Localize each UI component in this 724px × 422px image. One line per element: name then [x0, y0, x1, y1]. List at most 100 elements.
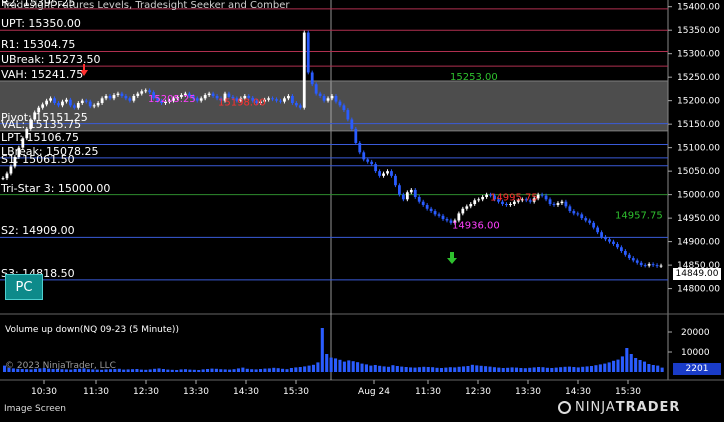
- price-candle: [80, 100, 84, 104]
- volume-bar: [267, 368, 271, 372]
- pc-button[interactable]: PC: [5, 274, 43, 300]
- level-label: S1: 15061.50: [1, 152, 75, 166]
- x-axis-tick-label: Aug 24: [358, 387, 390, 397]
- volume-bar: [139, 369, 143, 372]
- price-candle: [334, 95, 338, 102]
- volume-bar: [541, 367, 545, 372]
- volume-bar: [439, 368, 444, 372]
- price-candle: [627, 254, 631, 259]
- volume-bar: [567, 366, 571, 372]
- price-candle: [100, 98, 104, 104]
- volume-bar: [347, 360, 351, 372]
- price-candle: [378, 171, 381, 176]
- price-candle: [275, 99, 278, 101]
- price-candle: [592, 222, 596, 228]
- level-label: VAH: 15241.75: [1, 68, 84, 82]
- volume-bar: [612, 360, 616, 372]
- y-axis-tick-label: 15300.00: [677, 50, 720, 60]
- volume-bar: [514, 367, 519, 372]
- price-candle: [655, 265, 659, 267]
- price-candle: [203, 95, 207, 99]
- price-candle: [366, 159, 370, 162]
- volume-bar: [122, 369, 126, 372]
- volume-bar: [170, 369, 174, 372]
- volume-bar: [334, 358, 338, 372]
- volume-bar: [369, 365, 373, 372]
- volume-bar: [148, 369, 152, 372]
- volume-bar: [263, 368, 267, 372]
- x-axis-tick-label: 12:30: [133, 387, 159, 397]
- price-candle: [144, 90, 148, 92]
- price-candle: [413, 189, 417, 197]
- volume-bar: [294, 367, 298, 372]
- y-axis-tick-label: 14950.00: [677, 214, 720, 224]
- price-chart[interactable]: 15400.00 15350.00 15300.00 15250.00 15200.00…: [0, 0, 724, 418]
- price-candle: [600, 232, 603, 237]
- x-axis-tick-label: 10:30: [31, 387, 57, 397]
- volume-bar: [523, 368, 527, 372]
- y-axis-tick-label: 15150.00: [677, 120, 720, 130]
- volume-bar: [214, 368, 218, 372]
- volume-bar: [506, 367, 510, 372]
- volume-bar: [651, 365, 655, 372]
- volume-bar: [413, 367, 417, 372]
- chart-annotation: 14957.75: [615, 210, 663, 221]
- volume-bar: [532, 367, 536, 372]
- price-candle: [481, 196, 485, 200]
- volume-bar: [373, 365, 377, 372]
- volume-bar: [311, 364, 316, 372]
- volume-bar: [153, 368, 157, 372]
- volume-bar: [206, 369, 210, 372]
- volume-bar: [250, 369, 254, 372]
- price-candle: [271, 98, 274, 100]
- price-candle: [441, 215, 445, 220]
- volume-bar: [228, 369, 232, 372]
- level-label: Tri-Star 3: 15000.00: [1, 181, 111, 195]
- price-candle: [469, 204, 473, 207]
- volume-bar: [144, 369, 148, 372]
- price-candle: [9, 166, 13, 174]
- price-candle: [540, 194, 544, 196]
- price-candle: [477, 199, 481, 201]
- price-candle: [298, 105, 302, 108]
- volume-bar: [453, 367, 457, 372]
- copyright-text: © 2023 NinjaTrader, LLC: [5, 361, 116, 371]
- ninjatrader-logo: NINJATRADER: [558, 400, 680, 415]
- x-axis-tick-label: 15:30: [615, 387, 641, 397]
- chart-canvas[interactable]: 15400.00 15350.00 15300.00 15250.00 15200.00…: [0, 0, 724, 418]
- volume-bar: [364, 364, 368, 372]
- price-candle: [330, 95, 334, 99]
- price-candle: [136, 93, 140, 96]
- y-axis-tick-label: 15050.00: [677, 167, 720, 177]
- volume-bar: [232, 369, 236, 372]
- price-candle: [72, 105, 76, 108]
- price-candle: [473, 200, 477, 205]
- price-candle: [108, 95, 112, 99]
- price-candle: [548, 199, 552, 205]
- price-candle: [643, 265, 647, 267]
- volume-bar: [638, 360, 642, 372]
- volume-bar: [461, 366, 466, 372]
- price-candle: [421, 201, 425, 205]
- price-candle: [417, 196, 421, 202]
- price-candle: [588, 220, 592, 223]
- volume-bar: [303, 366, 307, 372]
- price-candle: [207, 93, 211, 96]
- price-candle: [596, 227, 600, 233]
- chart-annotation: 15205.25: [148, 94, 196, 105]
- price-candle: [382, 173, 385, 176]
- level-label: UPT: 15350.00: [1, 17, 81, 31]
- volume-bar: [642, 361, 647, 372]
- volume-bar: [201, 369, 205, 372]
- price-candle: [41, 104, 45, 108]
- volume-bar: [603, 363, 607, 372]
- y-axis-tick-label: 15350.00: [677, 26, 720, 36]
- level-label: LPT: 15106.75: [1, 131, 79, 145]
- volume-bar: [426, 367, 430, 372]
- price-candle: [457, 213, 461, 221]
- chart-annotation: 15198.00: [218, 98, 266, 109]
- chart-annotation: 14995.75: [490, 193, 538, 204]
- price-candle: [425, 204, 429, 209]
- price-candle: [116, 93, 120, 96]
- volume-bar: [223, 369, 227, 372]
